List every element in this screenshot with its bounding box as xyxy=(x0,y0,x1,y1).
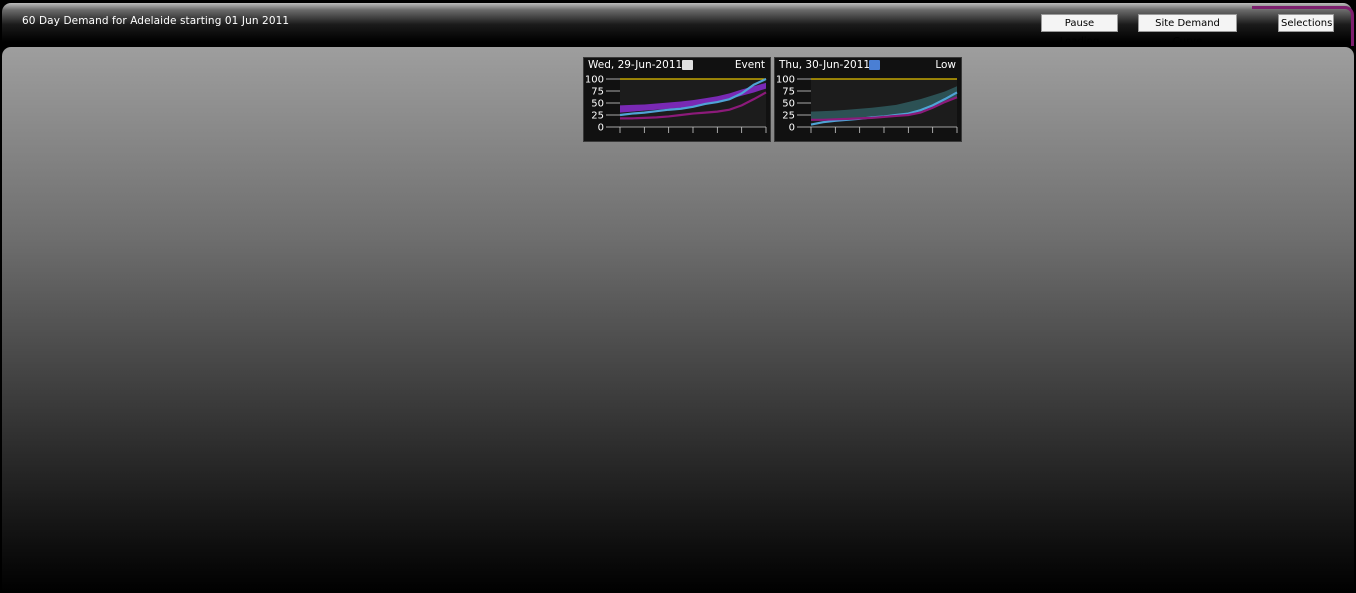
card-date: Thu, 30-Jun-2011 xyxy=(779,59,871,71)
card-date: Wed, 29-Jun-2011 xyxy=(588,59,683,71)
y-tick-label: 75 xyxy=(591,87,604,98)
y-tick-label: 75 xyxy=(782,87,795,98)
card-status: Event xyxy=(734,59,765,71)
y-tick-label: 50 xyxy=(591,99,604,110)
day-card[interactable]: Thu, 30-Jun-2011 Low 100 75 50 25 0 xyxy=(774,57,962,142)
selections-accent-tab xyxy=(1252,6,1354,46)
calendar-icon xyxy=(682,60,693,70)
demand-chart: 1007550250 xyxy=(585,75,767,134)
y-tick-label: 0 xyxy=(598,123,604,134)
site-demand-curve-button[interactable]: Site Demand Curve xyxy=(1138,14,1237,47)
y-tick-label: 50 xyxy=(782,99,795,110)
y-tick-label: 25 xyxy=(591,111,604,122)
top-bar: 60 Day Demand for Adelaide starting 01 J… xyxy=(2,3,1354,47)
day-card[interactable]: Wed, 29-Jun-2011 Event 100 75 50 25 0 xyxy=(583,57,771,142)
y-tick-label: 25 xyxy=(782,111,795,122)
demand-chart: 1007550250 xyxy=(776,75,958,134)
y-tick-label: 0 xyxy=(789,123,795,134)
pause-icon xyxy=(869,60,880,70)
page-title: 60 Day Demand for Adelaide starting 01 J… xyxy=(22,15,290,27)
card-status: Low xyxy=(935,59,956,71)
pause-loading-button[interactable]: Pause Loading xyxy=(1041,14,1118,47)
y-tick-label: 100 xyxy=(585,75,604,86)
y-tick-label: 100 xyxy=(776,75,795,86)
